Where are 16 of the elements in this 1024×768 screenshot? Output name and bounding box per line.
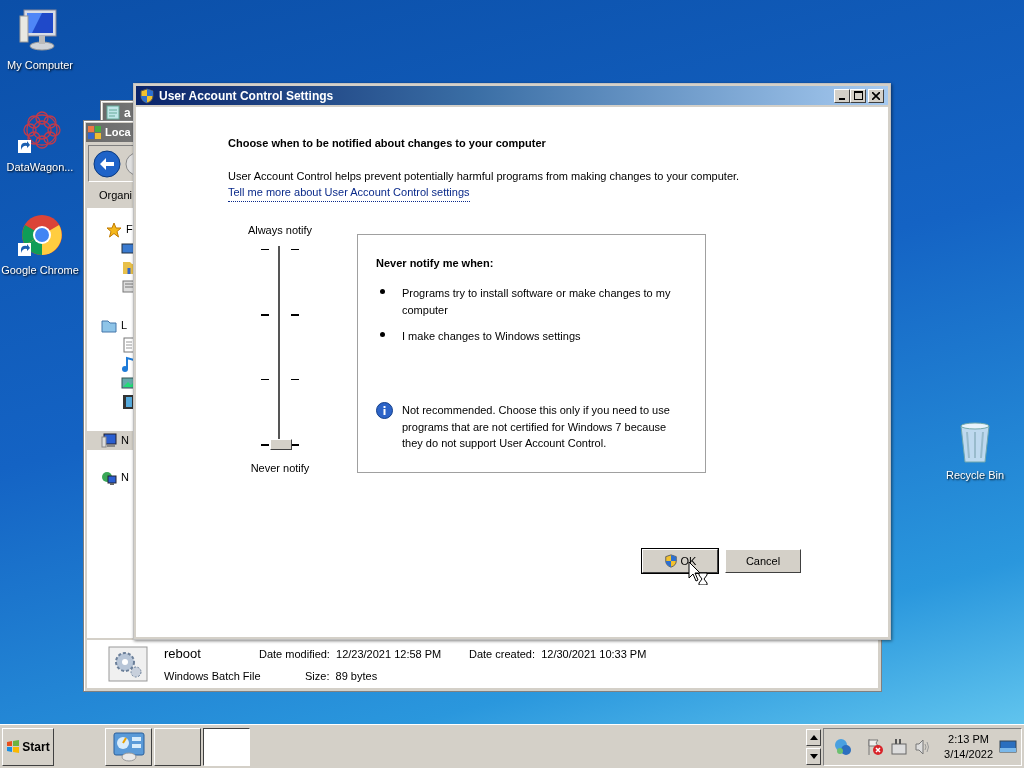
file-type: Windows Batch File: [164, 668, 259, 684]
window-title: a: [124, 104, 131, 122]
bullet-text: I make changes to Windows settings: [402, 329, 582, 344]
property-field: Date modified: 12/23/2021 12:58 PM: [259, 646, 469, 663]
slider-label: Never notify: [250, 461, 310, 476]
bullet-text: Programs try to install software or make changes to my computer: [402, 286, 672, 318]
dialog-heading: Choose when to be notified about changes to your computer: [228, 136, 547, 151]
window-title: Loca: [105, 125, 131, 141]
file-name: reboot: [164, 645, 202, 663]
property-field: Date created: 12/30/2021 10:33 PM: [469, 646, 647, 663]
info-heading: Never notify me when:: [376, 255, 495, 271]
window-title: User Account Control Settings: [159, 87, 334, 105]
slider-label: Always notify: [247, 222, 313, 238]
warning-note: Not recommended. Choose this only if you need to use programs that are not certified for Windows 7 because they do not support User Account Control.: [402, 403, 670, 451]
description-text: User Account Control helps prevent potentially harmful programs from making changes to your computer.: [228, 168, 741, 184]
property-field: Size: 89 bytes: [259, 667, 469, 684]
